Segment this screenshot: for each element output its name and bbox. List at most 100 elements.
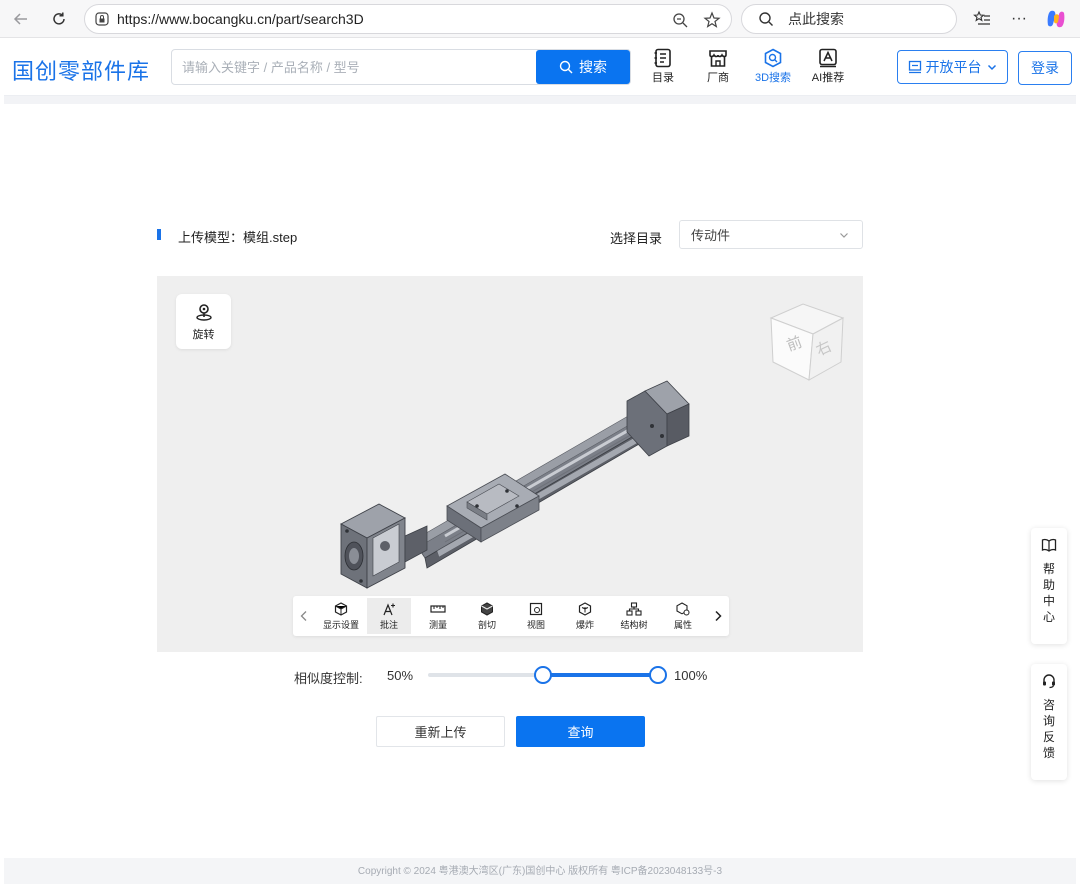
category-select-value: 传动件 [691, 228, 731, 243]
query-button[interactable]: 查询 [516, 716, 645, 747]
nav-manufacturers[interactable]: 厂商 [693, 47, 743, 89]
search-button[interactable]: 搜索 [536, 50, 630, 84]
zoom-icon[interactable] [671, 11, 689, 29]
rotate-label: 旋转 [192, 328, 215, 341]
view-cube[interactable]: 前 右 [761, 296, 851, 386]
tool-label: 爆炸 [575, 619, 594, 630]
footer-copyright: Copyright © 2024 粤港澳大湾区(广东)国创中心 版权所有 粤IC… [4, 858, 1076, 884]
upload-model-title: 上传模型：模组.step [178, 230, 298, 245]
toolbar-scroll-right[interactable] [707, 596, 729, 636]
tool-annotate[interactable]: 批注 [367, 598, 411, 634]
tool-label: 结构树 [620, 619, 648, 630]
display-settings-icon [334, 601, 348, 616]
browser-toolbar: https://www.bocangku.cn/part/search3D 点此… [0, 0, 1080, 38]
tool-properties[interactable]: 属性 [661, 598, 705, 634]
rotate-button[interactable]: 旋转 [176, 294, 231, 349]
model-viewer[interactable]: 旋转 前 右 显示设置 批注 测量 剖切 视图 爆炸 结构树 属性 [157, 276, 863, 652]
feedback-button[interactable]: 咨询反馈 [1031, 664, 1067, 780]
ai-recommend-icon [819, 48, 837, 68]
measure-icon [430, 604, 446, 613]
tool-label: 显示设置 [322, 619, 359, 630]
rotate-icon [195, 303, 212, 321]
similarity-slider-track[interactable] [428, 666, 667, 684]
3d-search-icon [764, 48, 782, 68]
address-bar[interactable]: https://www.bocangku.cn/part/search3D [84, 4, 732, 34]
shop-icon [709, 50, 727, 67]
header-divider [4, 96, 1076, 104]
headset-icon [1043, 674, 1055, 689]
refresh-button[interactable] [46, 7, 72, 31]
feedback-label: 咨询反馈 [1042, 698, 1055, 760]
tool-view[interactable]: 视图 [514, 598, 558, 634]
tool-label: 批注 [379, 619, 398, 630]
chevron-down-icon [840, 233, 848, 238]
nav-ai-recommend-label: AI推荐 [811, 72, 845, 84]
tool-measure[interactable]: 测量 [416, 598, 460, 634]
site-info-icon [95, 12, 109, 26]
viewer-toolbar: 显示设置 批注 测量 剖切 视图 爆炸 结构树 属性 [293, 596, 729, 636]
similarity-min-value: 50% [387, 668, 414, 683]
help-center-button[interactable]: 帮助中心 [1031, 528, 1067, 644]
search-button-label: 搜索 [579, 59, 607, 75]
similarity-slider-fill [543, 673, 658, 677]
nav-catalog-label: 目录 [652, 72, 674, 84]
more-menu-button[interactable]: ··· [1007, 7, 1031, 31]
part-search-input[interactable] [172, 50, 538, 84]
nav-3d-search[interactable]: 3D搜索 [748, 47, 798, 89]
nav-manufacturers-label: 厂商 [707, 72, 729, 84]
back-arrow-icon [13, 13, 27, 25]
tool-section[interactable]: 剖切 [465, 598, 509, 634]
chevron-down-icon [987, 64, 996, 71]
properties-icon [676, 601, 690, 615]
open-platform-dropdown[interactable]: 开放平台 [897, 50, 1008, 84]
favorite-star-icon[interactable] [703, 11, 721, 29]
similarity-slider-high-handle[interactable] [649, 666, 667, 684]
category-select[interactable]: 传动件 [679, 220, 863, 249]
view-icon [529, 602, 543, 615]
structure-tree-icon [626, 601, 642, 616]
reupload-button[interactable]: 重新上传 [376, 716, 505, 747]
login-button[interactable]: 登录 [1018, 51, 1072, 85]
nav-ai-recommend[interactable]: AI推荐 [803, 47, 853, 89]
catalog-icon [654, 48, 671, 68]
ellipsis-icon: ··· [1011, 10, 1027, 27]
tool-explode[interactable]: 爆炸 [563, 598, 607, 634]
tool-label: 剖切 [477, 619, 496, 630]
url-text: https://www.bocangku.cn/part/search3D [117, 11, 364, 27]
category-label: 选择目录 [610, 231, 663, 246]
tool-label: 测量 [428, 619, 447, 630]
part-search-box: 搜索 [171, 49, 631, 85]
favorites-button[interactable] [970, 7, 994, 31]
nav-3d-search-label: 3D搜索 [754, 72, 792, 84]
toolbar-scroll-left[interactable] [293, 596, 315, 636]
similarity-label: 相似度控制: [294, 671, 363, 686]
copilot-icon [1047, 10, 1065, 28]
nav-catalog[interactable]: 目录 [638, 47, 688, 89]
site-logo[interactable]: 国创零部件库 [12, 54, 150, 86]
platform-icon [908, 60, 921, 74]
browser-search-box[interactable]: 点此搜索 [741, 4, 957, 34]
explode-icon [578, 601, 592, 616]
similarity-max-value: 100% [674, 668, 708, 683]
tool-label: 视图 [526, 619, 545, 630]
search-icon [559, 60, 573, 74]
chevron-left-icon [300, 611, 307, 621]
similarity-slider-low-handle[interactable] [534, 666, 552, 684]
open-platform-label: 开放平台 [925, 59, 982, 75]
tool-label: 属性 [673, 619, 692, 630]
annotate-icon [383, 602, 395, 615]
tool-structure-tree[interactable]: 结构树 [612, 598, 656, 634]
search-icon [759, 12, 773, 26]
section-marker [157, 229, 161, 240]
book-icon [1041, 538, 1057, 552]
chevron-right-icon [715, 610, 722, 622]
back-button[interactable] [8, 7, 34, 31]
site-header: 国创零部件库 搜索 目录 厂商 3D搜索 AI推荐 开放平台 登录 [4, 38, 1076, 96]
browser-search-placeholder: 点此搜索 [788, 11, 844, 27]
copilot-button[interactable] [1044, 7, 1068, 31]
tool-display-settings[interactable]: 显示设置 [319, 598, 363, 634]
linear-module-model [340, 380, 690, 589]
section-icon [481, 601, 493, 616]
refresh-icon [53, 12, 65, 25]
favorites-list-icon [973, 10, 990, 25]
